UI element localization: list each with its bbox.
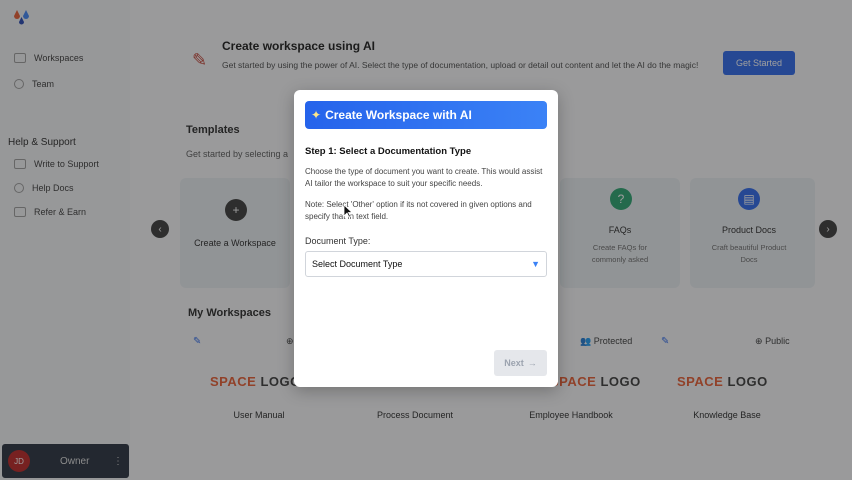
next-label: Next [504,358,524,368]
arrow-right-icon: → [527,358,537,368]
step-note: Note: Select 'Other' option if its not c… [305,200,532,221]
caret-down-icon: ▼ [531,259,540,269]
select-value: Select Document Type [312,259,403,269]
step-description: Choose the type of document you want to … [305,167,543,188]
step-title: Step 1: Select a Documentation Type [305,146,472,157]
modal-title: Create Workspace with AI [325,108,472,122]
modal-header: ✦ Create Workspace with AI [305,101,547,129]
document-type-label: Document Type: [305,236,371,246]
next-button[interactable]: Next → [494,350,547,376]
mouse-cursor-icon [343,204,353,218]
document-type-select[interactable]: Select Document Type ▼ [305,251,547,277]
app-window: Workspaces Team Help & Support Write to … [0,0,852,480]
sparkle-icon: ✦ [311,108,322,122]
create-workspace-modal: ✦ Create Workspace with AI Step 1: Selec… [294,90,558,387]
